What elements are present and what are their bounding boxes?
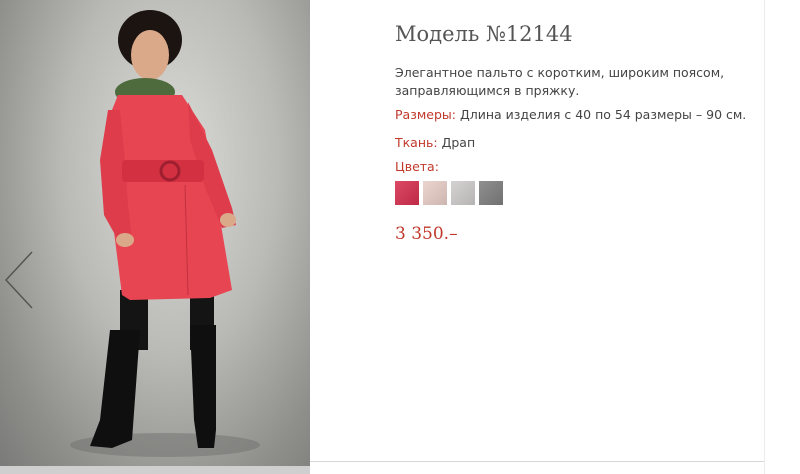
chevron-left-icon[interactable] [4, 250, 34, 310]
product-photo [0, 0, 310, 466]
color-swatch-gray[interactable] [479, 181, 503, 205]
photo-bottom-strip [0, 466, 310, 474]
color-swatch-beige[interactable] [423, 181, 447, 205]
fabric-value: Драп [437, 135, 476, 150]
sizes-label: Размеры: [395, 107, 456, 122]
colors-row: Цвета: [395, 159, 439, 174]
right-border [764, 0, 765, 474]
sizes-value: Длина изделия с 40 по 54 размеры – 90 см… [455, 107, 747, 122]
color-swatch-light-gray[interactable] [451, 181, 475, 205]
fabric-row: Ткань: Драп [395, 135, 475, 150]
color-swatch-red[interactable] [395, 181, 419, 205]
model-in-coat-illustration [70, 10, 260, 457]
product-price: 3 350.– [395, 224, 458, 244]
fabric-label: Ткань: [395, 135, 438, 150]
product-description: Элегантное пальто с коротким, широким по… [395, 65, 725, 98]
product-title: Модель №12144 [395, 22, 573, 46]
colors-label: Цвета: [395, 159, 439, 174]
color-swatches [395, 181, 503, 205]
sizes-row: Размеры: Длина изделия с 40 по 54 размер… [395, 107, 746, 122]
divider-line [310, 461, 764, 462]
